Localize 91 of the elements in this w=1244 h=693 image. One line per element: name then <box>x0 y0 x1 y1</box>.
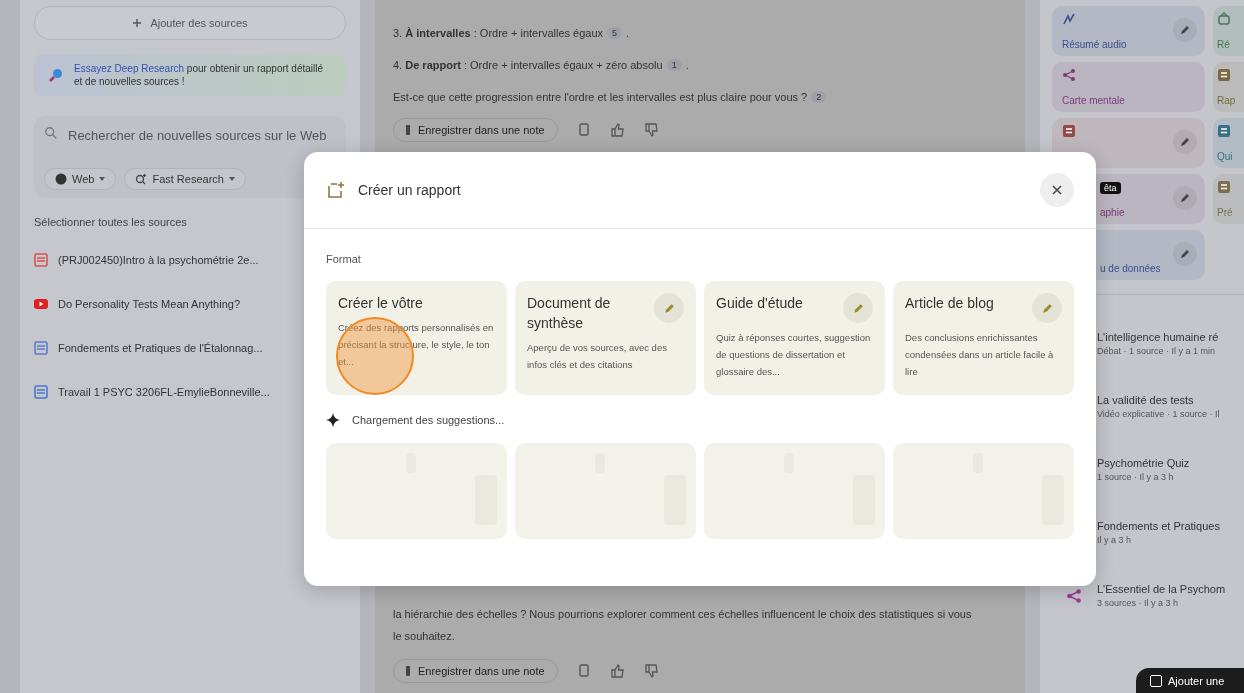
pencil-icon[interactable] <box>1032 293 1062 323</box>
filter-chip[interactable]: Fast Research <box>124 168 246 190</box>
note-meta: Débat · 1 source · Il y a 1 min <box>1097 346 1217 356</box>
pencil-icon[interactable] <box>843 293 873 323</box>
format-title: Article de blog <box>905 294 994 313</box>
note-title: La validité des tests <box>1097 394 1195 406</box>
format-title: Guide d'étude <box>716 294 803 313</box>
note-meta: 3 sources · Il y a 3 h <box>1097 598 1180 608</box>
loading-label: Chargement des suggestions... <box>352 414 505 426</box>
tile-label: Qui <box>1217 151 1234 162</box>
filter-chip[interactable]: Web <box>44 168 117 190</box>
thumbs-down-icon[interactable] <box>643 663 660 679</box>
thumbs-up-icon[interactable] <box>609 122 626 138</box>
report-sparkle-icon <box>326 180 346 200</box>
note-title: Fondements et Pratiques <box>1097 520 1220 532</box>
dialog-title: Créer un rapport <box>358 182 462 198</box>
save-note-button[interactable]: Enregistrer dans une note <box>393 659 558 683</box>
plus-icon <box>132 18 143 28</box>
sparkle-icon <box>326 413 340 427</box>
tile-label: aphie <box>1100 207 1126 218</box>
audio-icon <box>1062 12 1076 26</box>
format-description: Des conclusions enrichissantes condensées dans un article facile à lire <box>905 331 1055 379</box>
note-meta: Vidéo explicative · 1 source · Il <box>1097 409 1220 419</box>
document-icon <box>34 253 48 267</box>
document-icon <box>34 385 48 399</box>
search-icon <box>44 126 58 140</box>
close-icon <box>1051 184 1063 196</box>
quiz-icon <box>1217 124 1231 138</box>
pencil-icon[interactable] <box>1173 18 1197 42</box>
chat-paragraph: la hiérarchie des échelles ? Nous pourrions explorer comment ces échelles influencent le choix des statistiques si vous le souhaitez. <box>393 607 973 644</box>
format-label: Format <box>326 253 362 265</box>
studio-tile[interactable] <box>1052 118 1205 168</box>
mindmap-icon <box>1062 68 1076 82</box>
tile-label: Ré <box>1217 39 1231 50</box>
pin-icon <box>406 666 410 676</box>
video-icon <box>1217 12 1231 26</box>
format-description: Quiz à réponses courtes, suggestion de questions de dissertation et glossaire des... <box>716 331 872 379</box>
pencil-icon[interactable] <box>1173 186 1197 210</box>
add-sources-button[interactable]: Ajouter des sources <box>34 6 346 40</box>
note-title: L'Essentiel de la Psychom <box>1097 583 1226 595</box>
tile-label: Carte mentale <box>1062 95 1126 106</box>
play-icon <box>34 297 48 311</box>
studio-tile[interactable]: Carte mentale <box>1052 62 1205 112</box>
note-title: Psychométrie Quiz <box>1097 457 1190 469</box>
citation-chip[interactable]: 1 <box>666 59 682 71</box>
chat-text: . <box>685 59 689 71</box>
deep-research-link[interactable]: Essayez Deep Research <box>74 63 185 74</box>
format-description: Aperçu de vos sources, avec des infos clés et des citations <box>527 341 668 372</box>
format-title: Créer le vôtre <box>338 294 423 313</box>
format-title: Document de synthèse <box>527 294 612 333</box>
note-icon <box>1150 674 1162 687</box>
format-card[interactable]: Guide d'étude Quiz à réponses courtes, suggestion de questions de dissertation et glossaire des... <box>704 281 885 395</box>
tile-label: u de données <box>1100 263 1162 274</box>
caret-icon <box>99 177 106 181</box>
add-note-button[interactable]: Ajouter une <box>1136 668 1244 693</box>
chat-text: Est-ce que cette progression entre l'ordre et les intervalles est plus claire pour vous ? <box>393 91 808 103</box>
pencil-icon[interactable] <box>1173 242 1197 266</box>
slides-icon <box>1217 180 1231 194</box>
close-button[interactable] <box>1040 173 1074 207</box>
citation-chip[interactable]: 5 <box>607 27 623 39</box>
citation-chip[interactable]: 2 <box>811 91 827 103</box>
chat-text: . <box>626 27 630 39</box>
note-meta: 1 source · Il y a 3 h <box>1097 472 1175 482</box>
beta-badge: êta <box>1100 182 1121 194</box>
chat-text: 3. À intervalles : Ordre + intervalles égaux <box>393 27 604 39</box>
format-card[interactable]: Article de blog Des conclusions enrichissantes condensées dans un article facile à lire <box>893 281 1074 395</box>
tile-label: Pré <box>1217 207 1234 218</box>
note-meta: Il y a 3 h <box>1097 535 1133 545</box>
tile-label: Rap <box>1217 95 1237 106</box>
deep-research-tip: Essayez Deep Research pour obtenir un rapport détaillé et de nouvelles sources ! <box>74 62 325 88</box>
studio-tile[interactable]: Résumé audio <box>1052 6 1205 56</box>
thumbs-up-icon[interactable] <box>609 663 626 679</box>
thumbs-down-icon[interactable] <box>643 122 660 138</box>
report-icon <box>1217 68 1231 82</box>
pencil-icon[interactable] <box>1173 130 1197 154</box>
search-box[interactable]: Rechercher de nouvelles sources sur le Web Web Fast Research <box>34 116 346 198</box>
pin-icon <box>406 125 410 135</box>
pencil-icon[interactable] <box>654 293 684 323</box>
document-icon <box>34 341 48 355</box>
select-all-label: Sélectionner toutes les sources <box>34 216 188 228</box>
caret-icon <box>228 177 235 181</box>
chat-text: 4. De rapport : Ordre + intervalles égaux + zéro absolu <box>393 59 663 71</box>
search-field[interactable]: Rechercher de nouvelles sources sur le Web <box>68 126 336 166</box>
globe-icon <box>55 173 67 185</box>
save-note-button[interactable]: Enregistrer dans une note <box>393 118 558 142</box>
note-title: L'intelligence humaine ré <box>1097 331 1219 343</box>
magnifier-icon <box>48 67 64 83</box>
tile-label: Résumé audio <box>1062 39 1128 50</box>
format-card[interactable]: Document de synthèse Aperçu de vos sources, avec des infos clés et des citations <box>515 281 696 395</box>
note-item[interactable]: L'Essentiel de la Psychom 3 sources · Il y a 3 h <box>1052 583 1244 608</box>
search-sparkle-icon <box>135 173 148 185</box>
